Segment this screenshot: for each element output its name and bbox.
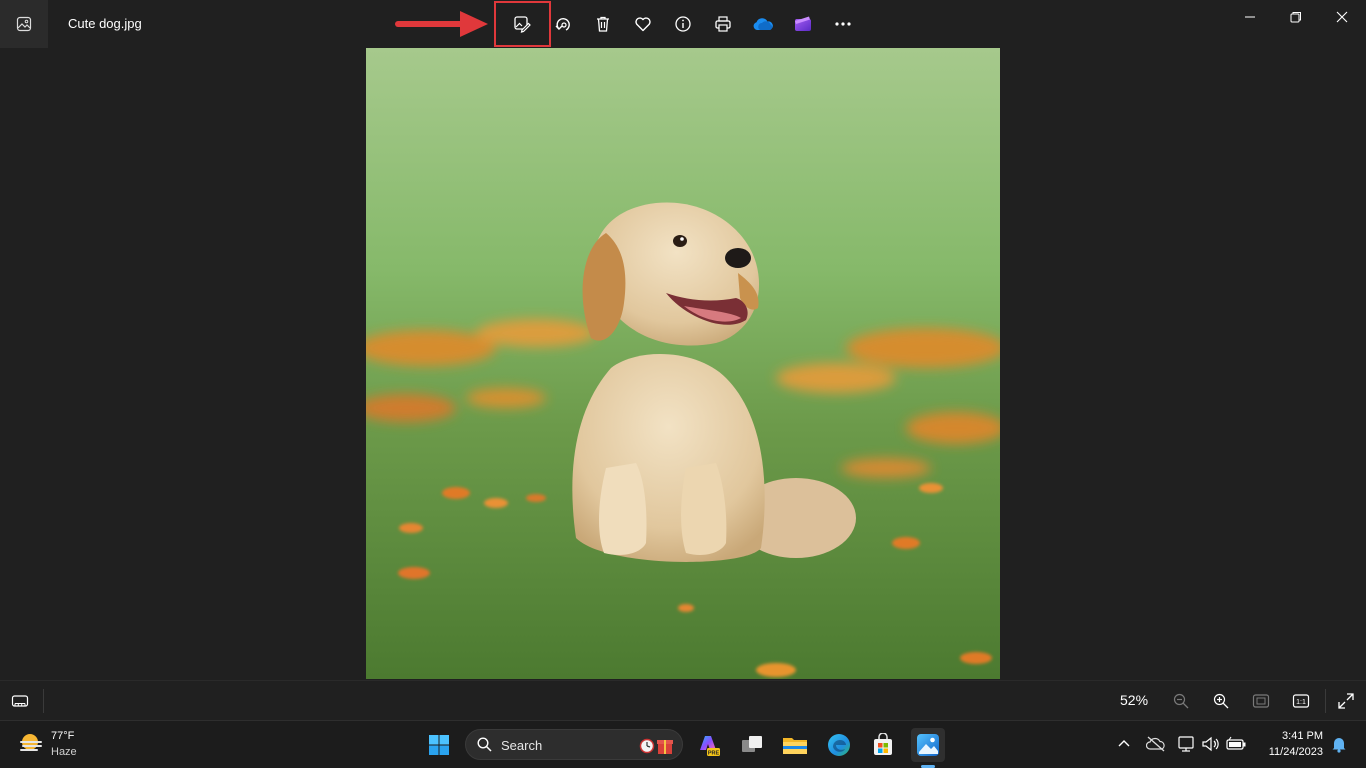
delete-button[interactable] <box>587 8 619 40</box>
print-icon <box>715 16 731 32</box>
viewer-bottom-bar: 52% 1:1 <box>0 680 1366 720</box>
divider <box>43 689 44 713</box>
minimize-button[interactable] <box>1227 4 1273 30</box>
window-title: Cute dog.jpg <box>68 16 142 31</box>
minimize-icon <box>1245 16 1255 18</box>
tray-volume[interactable] <box>1200 733 1222 755</box>
taskbar-app-microsoft-store[interactable] <box>866 728 900 762</box>
search-placeholder: Search <box>501 738 543 753</box>
notifications-button[interactable] <box>1328 733 1350 755</box>
photos-icon <box>917 734 939 756</box>
fullscreen-icon <box>1338 693 1354 709</box>
tray-overflow-button[interactable] <box>1113 733 1135 755</box>
haze-weather-icon <box>20 734 42 751</box>
volume-icon <box>1202 736 1219 752</box>
tray-onedrive[interactable] <box>1145 733 1167 755</box>
chevron-up-icon <box>1118 740 1130 747</box>
print-button[interactable] <box>707 8 739 40</box>
fullscreen-button[interactable] <box>1333 689 1359 713</box>
taskbar-app-copilot[interactable]: PRE <box>691 728 725 762</box>
windows-logo-icon <box>429 735 449 755</box>
annotation-arrow <box>395 11 488 37</box>
zoom-in-button[interactable] <box>1208 689 1234 713</box>
clipchamp-icon <box>795 16 811 31</box>
info-icon <box>675 16 691 32</box>
edge-icon <box>828 734 850 756</box>
weather-temperature[interactable]: 77°F <box>51 730 74 742</box>
store-icon <box>874 733 892 755</box>
search-icon <box>477 737 492 752</box>
onedrive-button[interactable] <box>747 8 779 40</box>
taskbar-app-photos[interactable] <box>911 728 945 762</box>
taskbar-search[interactable]: Search <box>465 729 683 760</box>
favorite-button[interactable] <box>627 8 659 40</box>
zoom-level: 52% <box>1120 692 1149 708</box>
search-highlight-icon <box>639 738 673 754</box>
photo-canvas[interactable] <box>366 48 1000 679</box>
onedrive-icon <box>753 18 773 30</box>
close-icon <box>1336 11 1348 23</box>
svg-text:PRE: PRE <box>708 751 720 757</box>
dog-photo <box>366 48 1000 679</box>
copilot-icon: PRE <box>700 736 720 757</box>
actual-size-icon: 1:1 <box>1292 694 1310 708</box>
more-button[interactable] <box>827 8 859 40</box>
taskbar-app-file-explorer[interactable] <box>778 728 812 762</box>
clock-time[interactable]: 3:41 PM <box>1282 730 1323 742</box>
taskbar-app-edge[interactable] <box>822 728 856 762</box>
favorite-heart-icon <box>635 17 651 32</box>
filmstrip-button[interactable] <box>7 689 33 713</box>
clock-date[interactable]: 11/24/2023 <box>1269 746 1323 758</box>
info-button[interactable] <box>667 8 699 40</box>
task-view-icon <box>742 736 762 752</box>
filmstrip-icon <box>11 695 29 707</box>
start-button[interactable] <box>422 728 456 762</box>
fit-to-window-icon <box>1252 694 1270 708</box>
folder-icon <box>783 738 807 754</box>
rotate-button[interactable] <box>547 8 579 40</box>
photos-app-icon[interactable] <box>0 0 48 48</box>
rotate-icon <box>555 18 570 31</box>
tray-battery[interactable] <box>1225 733 1247 755</box>
delete-icon <box>597 16 609 32</box>
svg-text:1:1: 1:1 <box>1296 699 1306 706</box>
actual-size-button[interactable]: 1:1 <box>1288 689 1314 713</box>
weather-condition[interactable]: Haze <box>51 746 77 758</box>
taskbar: 77°F Haze Search PRE 3:41 PM 11/24/2023 <box>0 720 1366 768</box>
zoom-out-icon <box>1173 693 1189 709</box>
taskbar-app-task-view[interactable] <box>735 728 769 762</box>
zoom-in-icon <box>1213 693 1229 709</box>
more-icon <box>835 22 851 26</box>
tray-network[interactable] <box>1176 733 1198 755</box>
bell-icon <box>1332 738 1346 753</box>
network-icon <box>1178 736 1194 752</box>
restore-button[interactable] <box>1273 4 1319 30</box>
restore-icon <box>1290 12 1301 23</box>
clipchamp-button[interactable] <box>787 8 819 40</box>
divider <box>1325 689 1326 713</box>
weather-widget[interactable] <box>18 732 44 761</box>
zoom-out-button[interactable] <box>1168 689 1194 713</box>
fit-to-window-button[interactable] <box>1248 689 1274 713</box>
onedrive-offline-icon <box>1146 736 1165 752</box>
close-button[interactable] <box>1319 4 1365 30</box>
battery-charging-icon <box>1226 736 1246 750</box>
edit-image-button[interactable] <box>506 8 538 40</box>
edit-image-icon <box>514 16 531 33</box>
title-bar: Cute dog.jpg <box>0 0 1366 48</box>
